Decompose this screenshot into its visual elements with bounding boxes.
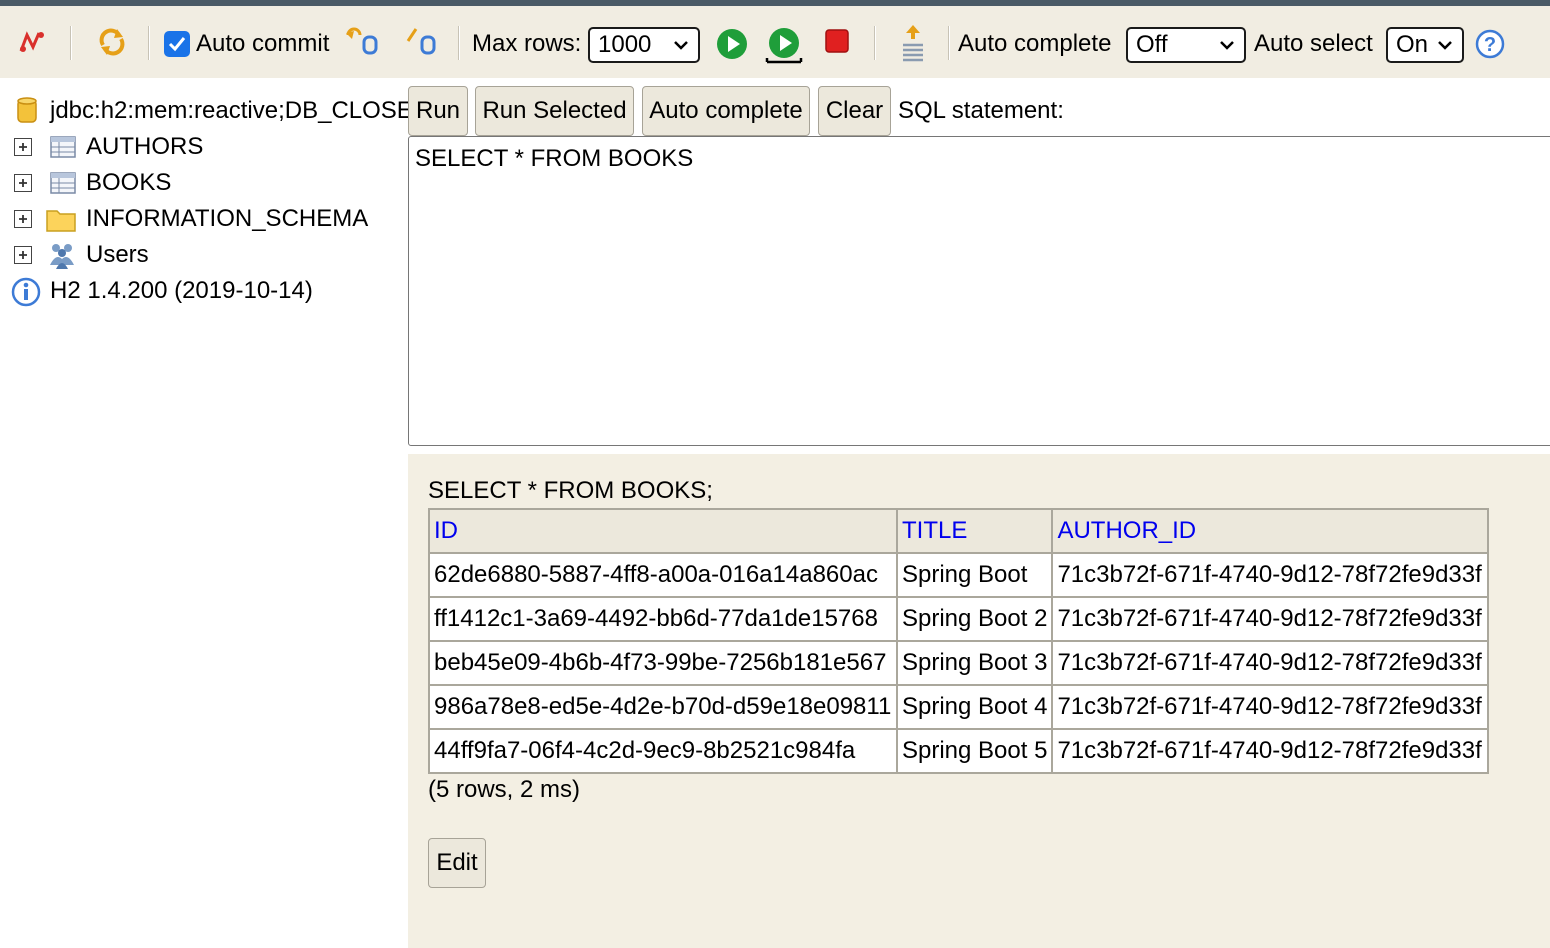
info-icon [11,277,41,307]
tree-version: H2 1.4.200 (2019-10-14) [0,274,408,308]
table-row: 62de6880-5887-4ff8-a00a-016a14a860ac Spr… [428,552,1490,598]
cell-author-id: 71c3b72f-671f-4740-9d12-78f72fe9d33f [1051,552,1490,598]
executed-query: SELECT * FROM BOOKS; [428,477,713,504]
max-rows-label: Max rows: [472,30,582,57]
table-row: 44ff9fa7-06f4-4c2d-9ec9-8b2521c984fa Spr… [428,728,1490,774]
schema-tree: jdbc:h2:mem:reactive;DB_CLOSE_DELAY=-1 A… [0,78,408,948]
cell-id: beb45e09-4b6b-4f73-99be-7256b181e567 [428,640,898,686]
run-selected-button[interactable]: Run Selected [475,86,634,136]
tree-item-label: INFORMATION_SCHEMA [86,205,369,232]
column-header-author-id[interactable]: AUTHOR_ID [1051,508,1490,554]
cell-title: Spring Boot 5 [895,728,1054,774]
cell-id: ff1412c1-3a69-4492-bb6d-77da1de15768 [428,596,898,642]
auto-complete-select[interactable]: Off [1126,27,1246,63]
result-table: ID TITLE AUTHOR_ID 62de6880-5887-4ff8-a0… [428,508,1490,774]
auto-select-label: Auto select [1254,30,1373,57]
toolbar-separator [948,26,950,60]
max-rows-label-wrap: Max rows: [472,30,581,58]
max-rows-select[interactable]: 1000 [588,27,700,63]
result-summary: (5 rows, 2 ms) [428,776,581,803]
tree-item-label: AUTHORS [86,133,204,160]
edit-button[interactable]: Edit [428,838,486,888]
table-icon [50,136,76,158]
expand-icon[interactable] [14,138,32,156]
cell-author-id: 71c3b72f-671f-4740-9d12-78f72fe9d33f [1051,640,1490,686]
tree-item-books[interactable]: BOOKS [0,166,408,200]
database-icon [17,97,37,123]
result-panel: SELECT * FROM BOOKS; ID TITLE AUTHOR_ID … [408,454,1550,948]
toolbar-separator [874,26,876,60]
refresh-icon[interactable] [94,24,130,60]
toolbar-separator [148,26,150,60]
auto-complete-label: Auto complete [958,30,1112,57]
auto-complete-value: Off [1136,31,1168,58]
max-rows-value: 1000 [598,31,652,58]
chevron-down-icon [1220,41,1234,50]
auto-commit-checkbox[interactable] [164,31,190,57]
table-icon [50,172,76,194]
table-row: beb45e09-4b6b-4f73-99be-7256b181e567 Spr… [428,640,1490,686]
disconnect-icon[interactable] [16,26,50,60]
stop-icon[interactable] [822,26,852,56]
expand-icon[interactable] [14,246,32,264]
table-row: 986a78e8-ed5e-4d2e-b70d-d59e18e09811 Spr… [428,684,1490,730]
column-header-title[interactable]: TITLE [895,508,1054,554]
sql-editor[interactable]: SELECT * FROM BOOKS [408,136,1550,446]
tree-item-information-schema[interactable]: INFORMATION_SCHEMA [0,202,408,236]
toolbar-separator [70,26,72,60]
cell-title: Spring Boot 2 [895,596,1054,642]
run-icon[interactable] [714,26,750,62]
table-header-row: ID TITLE AUTHOR_ID [428,508,1490,554]
auto-commit-label: Auto commit [196,30,330,57]
auto-commit-toggle[interactable]: Auto commit [164,30,329,58]
cell-author-id: 71c3b72f-671f-4740-9d12-78f72fe9d33f [1051,728,1490,774]
cell-id: 986a78e8-ed5e-4d2e-b70d-d59e18e09811 [428,684,898,730]
expand-icon[interactable] [14,174,32,192]
chevron-down-icon [674,41,688,50]
cell-author-id: 71c3b72f-671f-4740-9d12-78f72fe9d33f [1051,684,1490,730]
tree-item-label: BOOKS [86,169,172,196]
folder-icon [46,210,76,232]
rollback-icon[interactable] [344,24,380,58]
cell-title: Spring Boot 4 [895,684,1054,730]
tree-item-authors[interactable]: AUTHORS [0,130,408,164]
commit-icon[interactable] [404,24,440,58]
toolbar-separator [458,26,460,60]
run-selected-icon[interactable] [764,26,804,66]
cell-title: Spring Boot 3 [895,640,1054,686]
svg-text:?: ? [1484,34,1496,56]
cell-id: 62de6880-5887-4ff8-a00a-016a14a860ac [428,552,898,598]
cell-title: Spring Boot [895,552,1054,598]
cell-id: 44ff9fa7-06f4-4c2d-9ec9-8b2521c984fa [428,728,898,774]
sql-statement-label: SQL statement: [898,97,1064,124]
auto-complete-label-wrap: Auto complete [958,30,1111,58]
connection-url: jdbc:h2:mem:reactive;DB_CLOSE_DELAY=-1 [50,97,408,124]
auto-complete-button[interactable]: Auto complete [642,86,810,136]
auto-select-label-wrap: Auto select [1254,30,1373,58]
auto-select-select[interactable]: On [1386,27,1464,63]
auto-select-value: On [1396,31,1429,58]
clear-button[interactable]: Clear [818,86,891,136]
chevron-down-icon [1438,41,1452,50]
column-header-id[interactable]: ID [428,508,898,554]
toolbar: Auto commit Max rows: 1000 Auto complete… [0,6,1550,78]
users-icon [50,244,74,269]
help-icon[interactable]: ? [1474,28,1506,60]
history-icon[interactable] [896,22,930,64]
run-button[interactable]: Run [408,86,468,136]
table-row: ff1412c1-3a69-4492-bb6d-77da1de15768 Spr… [428,596,1490,642]
expand-icon[interactable] [14,210,32,228]
tree-item-label: Users [86,241,149,268]
tree-connection[interactable]: jdbc:h2:mem:reactive;DB_CLOSE_DELAY=-1 [0,94,408,128]
version-text: H2 1.4.200 (2019-10-14) [50,277,313,304]
cell-author-id: 71c3b72f-671f-4740-9d12-78f72fe9d33f [1051,596,1490,642]
tree-item-users[interactable]: Users [0,238,408,272]
